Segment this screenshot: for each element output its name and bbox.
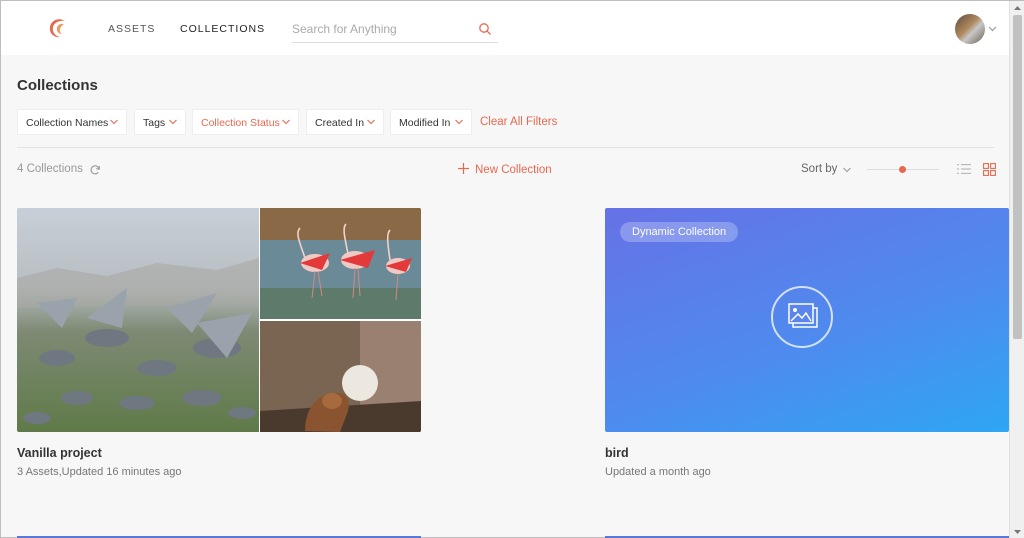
chevron-down-icon [169, 119, 177, 125]
filter-label: Modified In [399, 117, 451, 129]
chevron-down-icon[interactable] [843, 167, 851, 173]
search-icon[interactable] [478, 22, 492, 36]
collection-card-thumbnail[interactable] [17, 208, 421, 432]
filter-created-in[interactable]: Created In [306, 109, 384, 135]
sort-by-dropdown[interactable]: Sort by [801, 163, 837, 175]
grid-view-icon[interactable] [983, 163, 996, 176]
pigeons-photo [17, 208, 259, 432]
filter-collection-names[interactable]: Collection Names [17, 109, 127, 135]
nav-collections[interactable]: COLLECTIONS [180, 23, 265, 35]
brand-logo-icon[interactable] [45, 15, 71, 41]
collection-title[interactable]: bird [605, 446, 629, 460]
scrollbar[interactable] [1009, 1, 1024, 538]
nav-assets[interactable]: ASSETS [108, 23, 155, 35]
collection-subtitle: 3 Assets,Updated 16 minutes ago [17, 466, 182, 478]
image-icon [788, 303, 818, 328]
filter-label: Created In [315, 117, 365, 129]
image-placeholder [771, 286, 833, 348]
new-collection-button[interactable]: New Collection [458, 163, 552, 176]
new-collection-label: New Collection [475, 164, 552, 176]
chevron-down-icon [282, 119, 290, 125]
scroll-down-arrow-icon[interactable] [1010, 525, 1024, 538]
collection-title[interactable]: Vanilla project [17, 446, 102, 460]
flamingos-photo [260, 208, 421, 319]
clear-filters-link[interactable]: Clear All Filters [480, 116, 557, 128]
chevron-down-icon[interactable] [988, 24, 997, 33]
zoom-slider-handle[interactable] [899, 166, 906, 173]
search-input[interactable] [292, 16, 472, 42]
filter-label: Tags [143, 117, 166, 129]
filter-collection-status[interactable]: Collection Status [192, 109, 299, 135]
filter-label: Collection Names [26, 117, 109, 129]
page-title: Collections [17, 77, 98, 94]
collection-count: 4 Collections [17, 163, 83, 175]
top-navbar: ASSETS COLLECTIONS [1, 1, 1009, 55]
squirrel-photo [260, 321, 421, 432]
collection-card-thumbnail[interactable]: Dynamic Collection [605, 208, 1009, 432]
scroll-up-arrow-icon[interactable] [1010, 1, 1024, 15]
list-view-icon[interactable] [957, 163, 971, 175]
search-bar [292, 16, 498, 43]
chevron-down-icon [367, 119, 375, 125]
collection-subtitle: Updated a month ago [605, 466, 711, 478]
divider [17, 147, 994, 148]
filter-modified-in[interactable]: Modified In [390, 109, 472, 135]
filter-label: Collection Status [201, 117, 280, 129]
chevron-down-icon [455, 119, 463, 125]
avatar[interactable] [955, 14, 985, 44]
plus-icon [458, 163, 469, 174]
refresh-icon[interactable] [89, 164, 101, 176]
dynamic-collection-badge: Dynamic Collection [620, 222, 739, 242]
chevron-down-icon [110, 119, 118, 125]
scroll-thumb[interactable] [1013, 15, 1022, 339]
filter-tags[interactable]: Tags [134, 109, 186, 135]
